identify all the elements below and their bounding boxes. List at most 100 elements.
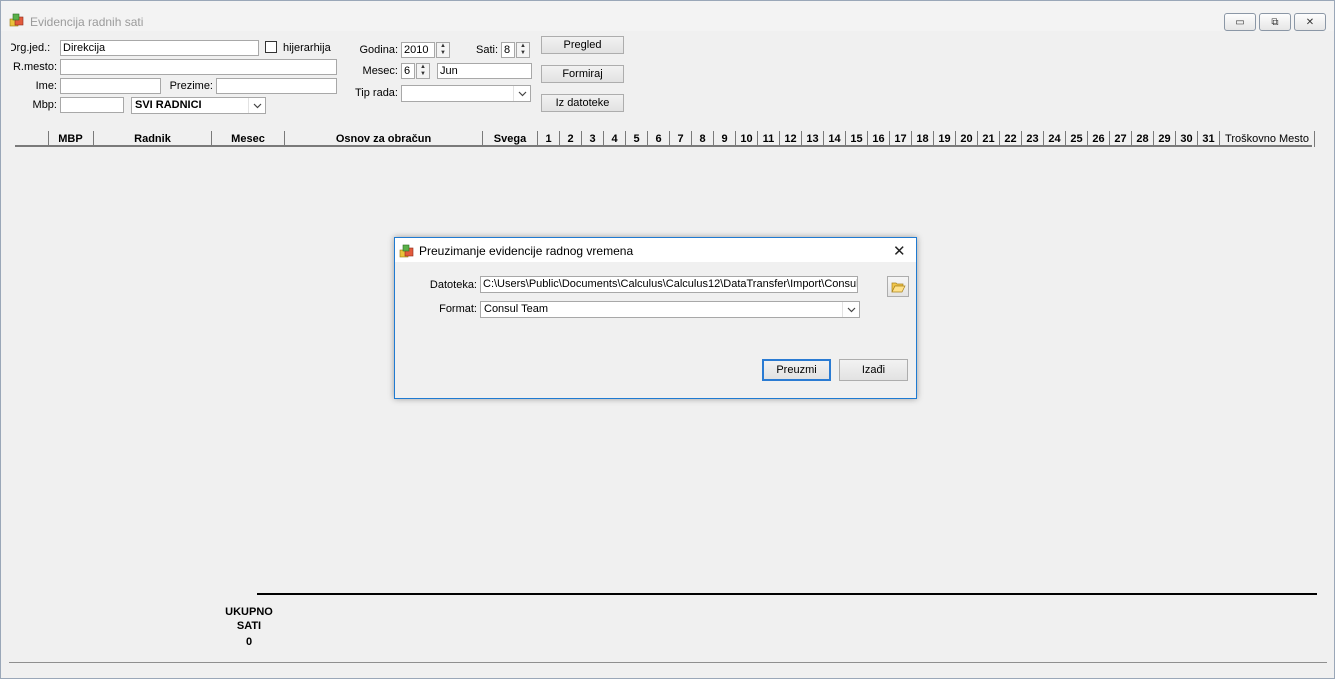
mbp-label: Mbp:	[32, 99, 57, 111]
grid-column-header[interactable]: 23	[1022, 131, 1044, 147]
org-jed-input[interactable]: Direkcija	[60, 40, 259, 56]
grid-column-header[interactable]: 13	[802, 131, 824, 147]
dialog-title: Preuzimanje evidencije radnog vremena	[419, 244, 634, 258]
chevron-down-icon	[842, 302, 859, 317]
formiraj-button[interactable]: Formiraj	[541, 65, 624, 83]
dialog-title-bar: Preuzimanje evidencije radnog vremena ✕	[395, 238, 916, 262]
spin-up-icon: ▲	[520, 43, 526, 49]
grid-column-header[interactable]: 10	[736, 131, 758, 147]
grid-column-header[interactable]: 6	[648, 131, 670, 147]
grid-column-header[interactable]: 16	[868, 131, 890, 147]
totals-label-sati: SATI	[236, 620, 262, 632]
prezime-input[interactable]	[216, 78, 337, 94]
radnici-select-value: SVI RADNICI	[135, 99, 202, 111]
maximize-button[interactable]: ⧉	[1259, 13, 1291, 31]
grid-column-header[interactable]: 5	[626, 131, 648, 147]
grid-column-header[interactable]: 19	[934, 131, 956, 147]
grid-column-header[interactable]: 2	[560, 131, 582, 147]
chevron-down-icon	[513, 86, 530, 101]
godina-spinner[interactable]: ▲ ▼	[436, 42, 450, 58]
preuzmi-button[interactable]: Preuzmi	[762, 359, 831, 381]
close-window-button[interactable]: ✕	[1294, 13, 1326, 31]
dialog-close-icon[interactable]: ✕	[893, 242, 906, 260]
rmesto-label: R.mesto:	[12, 61, 57, 73]
grid-column-header[interactable]: Osnov za obračun	[285, 131, 483, 147]
grid-column-header[interactable]: Radnik	[94, 131, 212, 147]
title-bar: Evidencija radnih sati ▭ ⧉ ✕	[1, 1, 1334, 31]
grid-column-header[interactable]: 14	[824, 131, 846, 147]
rmesto-input[interactable]	[60, 59, 337, 75]
tip-rada-select[interactable]	[401, 85, 531, 102]
mesec-spinner[interactable]: ▲ ▼	[416, 63, 430, 79]
hijerarhija-checkbox[interactable]	[265, 41, 277, 53]
grid-column-header[interactable]: Troškovno Mesto	[1220, 131, 1315, 147]
grid-column-header[interactable]: 3	[582, 131, 604, 147]
grid-column-header[interactable]: 12	[780, 131, 802, 147]
pregled-button[interactable]: Pregled	[541, 36, 624, 54]
sati-input[interactable]: 8	[501, 42, 515, 58]
grid-column-header[interactable]: 24	[1044, 131, 1066, 147]
minimize-icon: ▭	[1235, 16, 1245, 28]
grid-row-header-column	[15, 131, 49, 147]
grid-column-header[interactable]: 11	[758, 131, 780, 147]
grid-column-header[interactable]: Svega	[483, 131, 538, 147]
totals-divider	[257, 593, 1317, 595]
grid-column-header[interactable]: 31	[1198, 131, 1220, 147]
grid-column-header[interactable]: 26	[1088, 131, 1110, 147]
grid-column-header[interactable]: 22	[1000, 131, 1022, 147]
sati-spinner[interactable]: ▲ ▼	[516, 42, 530, 58]
format-select[interactable]: Consul Team	[480, 301, 860, 318]
grid-column-header[interactable]: 8	[692, 131, 714, 147]
bottom-separator	[9, 662, 1327, 663]
browse-button[interactable]	[887, 276, 909, 297]
grid-column-header[interactable]: MBP	[48, 131, 94, 147]
grid-column-header[interactable]: 15	[846, 131, 868, 147]
grid-column-header[interactable]: 9	[714, 131, 736, 147]
tip-rada-label: Tip rada:	[354, 87, 398, 99]
grid-column-header[interactable]: Mesec	[212, 131, 285, 147]
grid-column-header[interactable]: 4	[604, 131, 626, 147]
format-value: Consul Team	[484, 303, 548, 315]
mesec-label: Mesec:	[362, 65, 398, 77]
ime-input[interactable]	[60, 78, 161, 94]
grid-column-header[interactable]: 18	[912, 131, 934, 147]
window-title: Evidencija radnih sati	[30, 15, 144, 29]
mesec-input[interactable]: 6	[401, 63, 415, 79]
app-logo-icon	[9, 13, 24, 27]
grid-column-header[interactable]: 17	[890, 131, 912, 147]
spin-up-icon: ▲	[440, 43, 446, 49]
datoteka-input[interactable]: C:\Users\Public\Documents\Calculus\Calcu…	[480, 276, 858, 293]
totals-label-ukupno: UKUPNO	[225, 606, 273, 618]
org-jed-label: Org.jed.:	[8, 42, 51, 54]
datoteka-label: Datoteka:	[429, 279, 477, 291]
spin-down-icon: ▼	[420, 71, 426, 77]
ime-label: Ime:	[35, 80, 57, 92]
hijerarhija-label: hijerarhija	[283, 42, 331, 54]
prezime-label: Prezime:	[169, 80, 213, 92]
izadji-button[interactable]: Izađi	[839, 359, 908, 381]
chevron-down-icon	[248, 98, 265, 113]
spin-down-icon: ▼	[520, 50, 526, 56]
import-dialog: Preuzimanje evidencije radnog vremena ✕ …	[394, 237, 917, 399]
minimize-button[interactable]: ▭	[1224, 13, 1256, 31]
close-icon: ✕	[1305, 16, 1315, 28]
grid-column-header[interactable]: 30	[1176, 131, 1198, 147]
mbp-input[interactable]	[60, 97, 124, 113]
grid-column-header[interactable]: 25	[1066, 131, 1088, 147]
godina-label: Godina:	[359, 44, 398, 56]
spin-up-icon: ▲	[420, 64, 426, 70]
iz-datoteke-button[interactable]: Iz datoteke	[541, 94, 624, 112]
godina-input[interactable]: 2010	[401, 42, 435, 58]
grid-column-header[interactable]: 28	[1132, 131, 1154, 147]
grid-column-header[interactable]: 7	[670, 131, 692, 147]
radnici-select[interactable]: SVI RADNICI	[131, 97, 266, 114]
grid-column-header[interactable]: 1	[538, 131, 560, 147]
grid-column-header[interactable]: 20	[956, 131, 978, 147]
app-logo-icon	[399, 244, 414, 258]
grid-column-header[interactable]: 29	[1154, 131, 1176, 147]
grid-column-header[interactable]: 21	[978, 131, 1000, 147]
grid-header: MBP Radnik Mesec Osnov za obračun Svega 1 2 3 4 5…	[15, 131, 1315, 147]
grid-column-header[interactable]: 27	[1110, 131, 1132, 147]
format-label: Format:	[439, 303, 477, 315]
restore-icon: ⧉	[1271, 16, 1279, 28]
